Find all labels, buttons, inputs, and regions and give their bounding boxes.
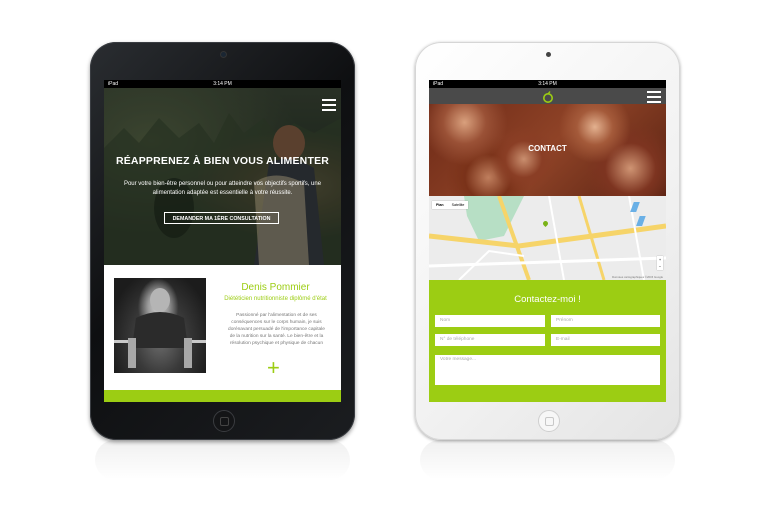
map-tab-satellite[interactable]: Satellite [448, 201, 469, 209]
ipad-white: iPad 3:14 PM CONTACT Plan Satellite + − … [415, 42, 680, 440]
map-type-tabs: Plan Satellite [432, 201, 469, 209]
home-button[interactable] [537, 410, 560, 432]
menu-icon[interactable] [647, 91, 661, 103]
contact-form-section: Contactez-moi ! Nom Prénom N° de télépho… [429, 280, 666, 402]
about-section: Denis Pommier Diététicien nutritionniste… [104, 265, 341, 390]
reflection-left [95, 440, 350, 480]
message-field[interactable]: Votre message... [435, 355, 660, 385]
consultation-button[interactable]: DEMANDER MA 1ÈRE CONSULTATION [164, 212, 279, 224]
status-bar: iPad 3:14 PM [429, 80, 666, 88]
status-bar: iPad 3:14 PM [104, 80, 341, 88]
map-attribution: Données cartographiques ©2015 Google [612, 275, 663, 279]
prenom-field[interactable]: Prénom [551, 315, 660, 327]
email-field[interactable]: E-mail [551, 334, 660, 346]
camera-icon [545, 52, 551, 57]
hero-title: RÉAPPRENEZ À BIEN VOUS ALIMENTER [115, 155, 330, 167]
hero-section: RÉAPPRENEZ À BIEN VOUS ALIMENTER Pour vo… [104, 88, 341, 265]
logo-icon[interactable] [542, 91, 554, 103]
menu-icon[interactable] [322, 99, 336, 111]
coach-bio: Passionné par l'alimentation et de ses c… [228, 313, 325, 346]
hero-text: Pour votre bien-être personnel ou pour a… [123, 181, 322, 196]
map-tab-plan[interactable]: Plan [432, 201, 448, 209]
home-button[interactable] [212, 410, 235, 432]
contact-title: Contactez-moi ! [514, 294, 581, 305]
contact-banner: CONTACT [429, 104, 666, 196]
nom-field[interactable]: Nom [435, 315, 545, 327]
expand-plus-icon[interactable]: + [267, 357, 280, 379]
map-zoom-control[interactable]: + − [657, 256, 663, 270]
telephone-field[interactable]: N° de téléphone [435, 334, 545, 346]
status-time: 3:14 PM [213, 81, 232, 87]
coach-name: Denis Pommier [241, 282, 310, 293]
banner-title: CONTACT [528, 144, 567, 153]
status-time: 3:14 PM [538, 81, 557, 87]
footer-accent-bar [104, 390, 341, 402]
zoom-out-button[interactable]: − [657, 263, 663, 270]
reflection-right [420, 440, 675, 480]
profile-photo [114, 278, 206, 373]
ipad-black: iPad 3:14 PM RÉAPPRENEZ À BIEN VOUS ALIM… [90, 42, 355, 440]
coach-title: Diététicien nutritionniste diplômé d'éta… [224, 296, 327, 302]
zoom-in-button[interactable]: + [657, 256, 663, 263]
screen-home: iPad 3:14 PM RÉAPPRENEZ À BIEN VOUS ALIM… [104, 80, 341, 402]
map-widget[interactable]: Plan Satellite + − Données cartographique… [429, 196, 666, 280]
camera-icon [220, 52, 226, 57]
screen-contact: iPad 3:14 PM CONTACT Plan Satellite + − … [429, 80, 666, 402]
